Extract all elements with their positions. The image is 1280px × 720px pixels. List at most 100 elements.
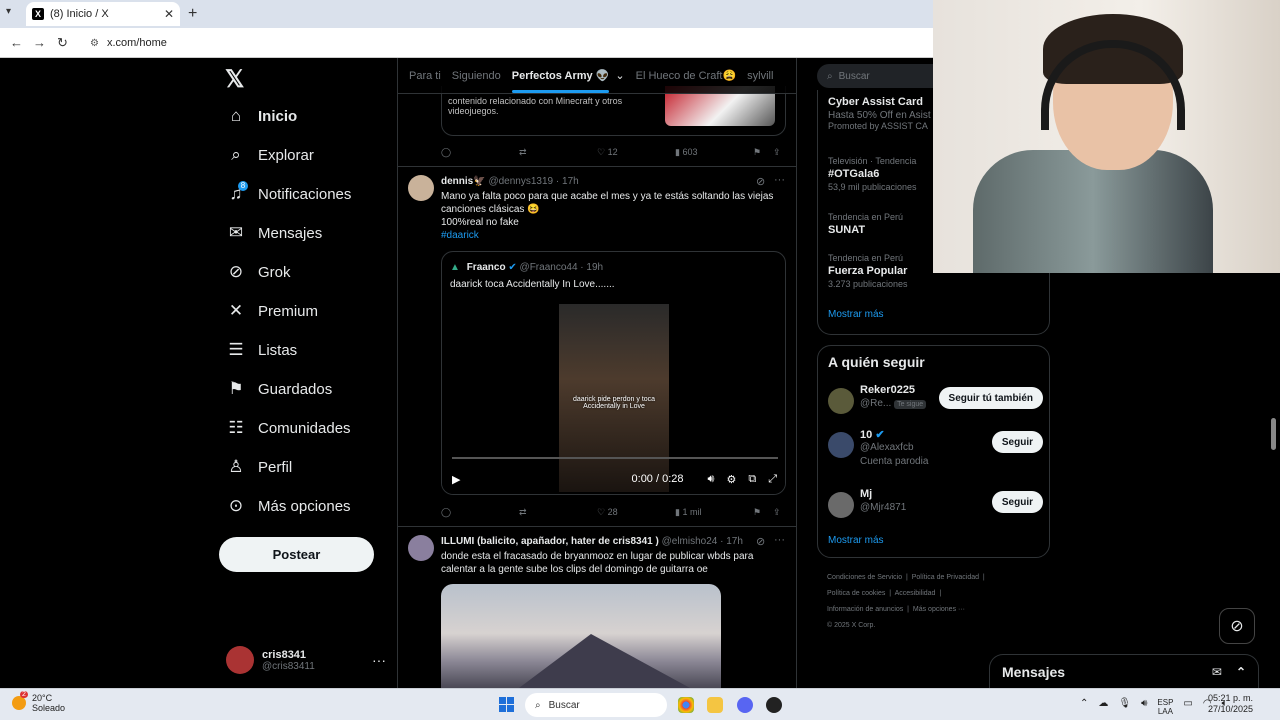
avatar[interactable]: [408, 175, 434, 201]
language-indicator[interactable]: ESP LAA: [1157, 698, 1173, 716]
video-player[interactable]: daarick pide perdon y toca Accidentally …: [442, 300, 785, 494]
nav-item-explorar[interactable]: ⌕ Explorar: [226, 140, 314, 170]
quoted-post[interactable]: ▲ Fraanco ✔ @Fraanco44 · 19h daarick toc…: [441, 251, 786, 495]
play-icon[interactable]: ▶: [452, 473, 460, 486]
bookmark-icon[interactable]: ⚑: [753, 507, 761, 518]
share-icon[interactable]: ⇪: [773, 507, 781, 518]
grok-button[interactable]: ⊘: [1219, 608, 1255, 644]
show-more-link[interactable]: Mostrar más: [828, 309, 884, 320]
avatar[interactable]: [408, 535, 434, 561]
settings-icon[interactable]: ⚙: [726, 473, 736, 486]
x-logo-icon[interactable]: 𝕏: [225, 65, 244, 94]
post-image[interactable]: [441, 584, 721, 688]
messages-drawer[interactable]: Mensajes ✉ ⌃: [989, 654, 1259, 688]
hashtag-link[interactable]: #daarick: [441, 229, 786, 242]
trend-item[interactable]: Tendencia en Perú Fuerza Popular 3.273 p…: [828, 253, 908, 289]
nav-item-grok[interactable]: ⊘ Grok: [226, 257, 291, 287]
clock[interactable]: 05:21 p. m. 27/10/2025: [1208, 693, 1253, 715]
author-name[interactable]: dennis🦅: [441, 176, 486, 187]
discord-icon[interactable]: [737, 697, 753, 713]
browser-tab[interactable]: X (8) Inicio / X ✕: [26, 2, 180, 26]
nav-item-guardados[interactable]: ⚑ Guardados: [226, 374, 332, 404]
follow-suggestion[interactable]: Mj @Mjr4871 Seguir: [828, 488, 1043, 528]
volume-icon[interactable]: 🔊︎: [708, 473, 715, 486]
tab-el-hueco-de-craft[interactable]: El Hueco de Craft😩: [636, 69, 737, 82]
fullscreen-icon[interactable]: ⤢: [768, 473, 777, 486]
trend-item[interactable]: Televisión · Tendencia #OTGala6 53,9 mil…: [828, 156, 917, 192]
reload-icon[interactable]: ↻: [57, 35, 68, 51]
follow-suggestion[interactable]: Reker0225 @Re... Te sigue Seguir tú tamb…: [828, 384, 1043, 424]
nav-item-mensajes[interactable]: ✉ Mensajes: [226, 218, 322, 248]
post-time[interactable]: 17h: [562, 176, 579, 187]
more-icon[interactable]: ···: [774, 174, 785, 186]
trend-item[interactable]: Cyber Assist Card Hasta 50% Off en Asist…: [828, 96, 931, 131]
site-info-icon[interactable]: ⚙: [90, 38, 99, 49]
network-icon[interactable]: ☁: [1098, 698, 1108, 716]
compose-message-icon[interactable]: ✉: [1212, 665, 1222, 679]
video-progress-bar[interactable]: [452, 457, 778, 459]
account-switcher[interactable]: cris8341 @cris83411 ···: [226, 644, 386, 676]
microphone-icon[interactable]: 🎙︎: [1118, 698, 1131, 716]
post-button[interactable]: Postear: [219, 537, 374, 572]
nav-item-premium[interactable]: ✕ Premium: [226, 296, 318, 326]
reply-icon[interactable]: ◯: [441, 147, 451, 158]
grok-icon[interactable]: ⊘: [756, 175, 765, 188]
windows-start-icon[interactable]: [499, 697, 514, 712]
repost-icon[interactable]: ⇄: [519, 507, 527, 518]
follow-button[interactable]: Seguir: [991, 491, 1043, 513]
footer-link[interactable]: Política de Privacidad: [912, 574, 979, 581]
tab-sylvill[interactable]: sylvill: [747, 70, 773, 82]
display-icon[interactable]: ▭: [1183, 698, 1192, 716]
tab-siguiendo[interactable]: Siguiendo: [452, 70, 501, 82]
nav-item-listas[interactable]: ☰ Listas: [226, 335, 297, 365]
footer-link[interactable]: Condiciones de Servicio: [827, 574, 902, 581]
back-icon[interactable]: ←: [10, 35, 23, 50]
forward-icon[interactable]: →: [33, 35, 46, 50]
views-button[interactable]: ▮ 603: [675, 147, 697, 158]
new-tab-button[interactable]: +: [188, 5, 197, 23]
more-icon[interactable]: ···: [372, 652, 386, 668]
search-input[interactable]: ⌕ Buscar: [817, 64, 947, 88]
share-icon[interactable]: ⇪: [773, 147, 781, 158]
bookmark-icon[interactable]: ⚑: [753, 147, 761, 158]
follow-button[interactable]: Seguir: [991, 431, 1043, 453]
footer-link[interactable]: Más opciones ···: [913, 606, 965, 613]
views-button[interactable]: ▮ 1 mil: [675, 507, 701, 518]
chrome-icon[interactable]: [678, 697, 694, 713]
nav-item-mas-opciones[interactable]: ⊙ Más opciones: [226, 491, 351, 521]
tab-perfectos-army[interactable]: Perfectos Army 👽: [511, 69, 609, 93]
taskbar-search[interactable]: ⌕ Buscar: [525, 693, 667, 717]
tab-para-ti[interactable]: Para ti: [409, 70, 441, 82]
nav-item-perfil[interactable]: ♙ Perfil: [226, 452, 292, 482]
grok-icon[interactable]: ⊘: [756, 535, 765, 548]
nav-item-inicio[interactable]: ⌂ Inicio: [226, 101, 297, 131]
trend-item[interactable]: Tendencia en Perú SUNAT: [828, 212, 903, 238]
like-button[interactable]: ♡ 28: [597, 507, 618, 518]
like-button[interactable]: ♡ 12: [597, 147, 618, 158]
post-time[interactable]: 17h: [726, 536, 743, 547]
nav-item-comunidades[interactable]: ☷ Comunidades: [226, 413, 350, 443]
footer-link[interactable]: Política de cookies: [827, 590, 885, 597]
reply-icon[interactable]: ◯: [441, 507, 451, 518]
nav-item-notificaciones[interactable]: ♫ 8 Notificaciones: [226, 179, 351, 209]
show-more-link[interactable]: Mostrar más: [828, 535, 884, 546]
pip-icon[interactable]: ⧉: [748, 473, 756, 486]
author-name[interactable]: ILLUMI (balicito, apañador, hater de cri…: [441, 536, 659, 547]
follow-back-button[interactable]: Seguir tú también: [938, 387, 1043, 409]
follow-suggestion[interactable]: 10 ✔ @Alexaxfcb Cuenta parodia Seguir: [828, 428, 1043, 474]
author-handle[interactable]: @elmisho24: [662, 536, 718, 547]
footer-link[interactable]: Accesibilidad: [895, 590, 936, 597]
app-icon[interactable]: [766, 697, 782, 713]
volume-icon[interactable]: 🔊︎: [1141, 698, 1147, 716]
tab-menu-icon[interactable]: ▾: [6, 6, 11, 17]
expand-icon[interactable]: ⌃: [1236, 665, 1246, 679]
chevron-down-icon[interactable]: ⌄: [615, 69, 624, 82]
url-field[interactable]: ⚙ x.com/home: [82, 33, 932, 53]
scrollbar-thumb[interactable]: [1271, 418, 1276, 450]
repost-icon[interactable]: ⇄: [519, 147, 527, 158]
more-icon[interactable]: ···: [774, 534, 785, 546]
weather-widget[interactable]: 2 20°C Soleado: [12, 691, 65, 713]
footer-link[interactable]: Información de anuncios: [827, 606, 903, 613]
chevron-up-icon[interactable]: ⌃: [1080, 698, 1088, 716]
close-tab-icon[interactable]: ✕: [164, 7, 174, 21]
